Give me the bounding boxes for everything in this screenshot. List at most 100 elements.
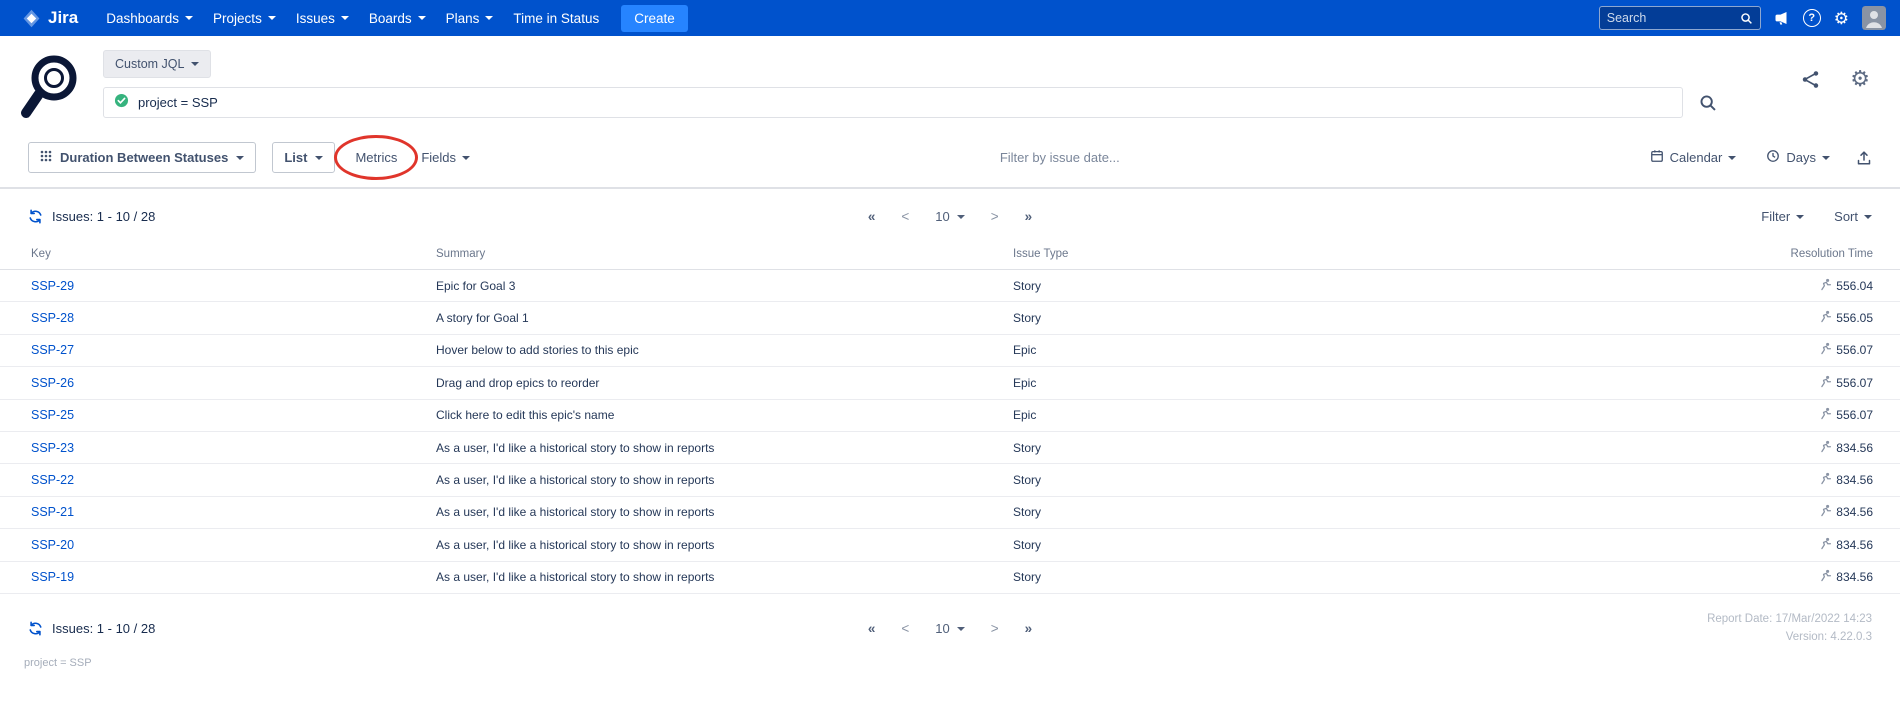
table-row[interactable]: SSP-28 A story for Goal 1 Story 556.05: [0, 302, 1900, 334]
nav-item-boards[interactable]: Boards: [359, 0, 436, 36]
search-icon[interactable]: [1740, 12, 1753, 25]
chevron-down-icon: [191, 62, 199, 66]
issue-key-link[interactable]: SSP-26: [31, 376, 74, 390]
issue-key-link[interactable]: SSP-27: [31, 343, 74, 357]
calendar-icon: [1650, 149, 1664, 166]
sort-label: Sort: [1834, 209, 1858, 224]
calendar-dropdown[interactable]: Calendar: [1646, 143, 1741, 172]
issue-type-cell: Story: [1013, 505, 1693, 519]
refresh-icon[interactable]: [28, 621, 43, 636]
table-row[interactable]: SSP-29 Epic for Goal 3 Story 556.04: [0, 270, 1900, 302]
resolution-time-cell: 556.07: [1693, 375, 1873, 391]
nav-item-dashboards[interactable]: Dashboards: [96, 0, 203, 36]
report-toolbar: Duration Between Statuses List Metrics F…: [0, 130, 1900, 187]
issue-key-link[interactable]: SSP-28: [31, 311, 74, 325]
nav-item-projects[interactable]: Projects: [203, 0, 286, 36]
resolution-time-cell: 834.56: [1693, 440, 1873, 456]
resolution-time-cell: 556.07: [1693, 407, 1873, 423]
resolution-time-icon: [1819, 472, 1832, 488]
table-row[interactable]: SSP-21 As a user, I'd like a historical …: [0, 497, 1900, 529]
table-row[interactable]: SSP-26 Drag and drop epics to reorder Ep…: [0, 367, 1900, 399]
issue-summary-cell: As a user, I'd like a historical story t…: [436, 473, 1013, 487]
resolution-time-icon: [1819, 537, 1832, 553]
page-size-dropdown[interactable]: 10: [935, 621, 964, 636]
table-row[interactable]: SSP-23 As a user, I'd like a historical …: [0, 432, 1900, 464]
report-type-dropdown[interactable]: Duration Between Statuses: [28, 142, 256, 173]
pagination-first-button[interactable]: «: [868, 209, 876, 224]
jql-echo: project = SSP: [0, 651, 1900, 669]
pagination-first-button[interactable]: «: [868, 621, 876, 636]
share-icon[interactable]: [1801, 70, 1820, 89]
issue-key-link[interactable]: SSP-22: [31, 473, 74, 487]
issue-type-cell: Epic: [1013, 376, 1693, 390]
resolution-time-value: 834.56: [1836, 538, 1873, 552]
filter-dropdown[interactable]: Filter: [1761, 209, 1804, 224]
table-row[interactable]: SSP-19 As a user, I'd like a historical …: [0, 562, 1900, 594]
metrics-button[interactable]: Metrics: [351, 144, 401, 171]
column-header-key[interactable]: Key: [31, 248, 436, 260]
pagination-prev-button[interactable]: <: [901, 209, 909, 224]
export-icon[interactable]: [1856, 150, 1872, 166]
issue-key-link[interactable]: SSP-23: [31, 441, 74, 455]
settings-icon[interactable]: ⚙: [1834, 10, 1849, 27]
jql-input-field[interactable]: [138, 95, 1672, 110]
nav-search[interactable]: [1599, 6, 1761, 30]
page-size-dropdown[interactable]: 10: [935, 209, 964, 224]
issue-key-link[interactable]: SSP-19: [31, 570, 74, 584]
issue-key-link[interactable]: SSP-29: [31, 279, 74, 293]
time-unit-dropdown[interactable]: Days: [1762, 143, 1834, 172]
page-size-value: 10: [935, 621, 949, 636]
issues-count-group: Issues: 1 - 10 / 28: [28, 621, 868, 636]
create-button[interactable]: Create: [621, 5, 688, 32]
resolution-time-icon: [1819, 375, 1832, 391]
view-dropdown[interactable]: List: [272, 142, 335, 173]
issue-key-link[interactable]: SSP-25: [31, 408, 74, 422]
announcement-icon[interactable]: [1774, 10, 1790, 26]
issue-summary-cell: As a user, I'd like a historical story t…: [436, 570, 1013, 584]
pagination-last-button[interactable]: »: [1025, 209, 1033, 224]
column-header-issue-type[interactable]: Issue Type: [1013, 248, 1693, 260]
report-date: Report Date: 17/Mar/2022 14:23: [1707, 611, 1872, 629]
run-search-icon[interactable]: [1699, 94, 1717, 112]
issue-date-filter-input[interactable]: [940, 150, 1180, 165]
chevron-down-icon: [185, 16, 193, 20]
sort-dropdown[interactable]: Sort: [1834, 209, 1872, 224]
resolution-time-icon: [1819, 278, 1832, 294]
jql-input[interactable]: [103, 87, 1683, 118]
nav-item-plans[interactable]: Plans: [436, 0, 504, 36]
column-header-resolution-time[interactable]: Resolution Time: [1693, 248, 1873, 260]
valid-check-icon: [114, 93, 129, 113]
table-row[interactable]: SSP-22 As a user, I'd like a historical …: [0, 464, 1900, 496]
issue-type-cell: Story: [1013, 279, 1693, 293]
resolution-time-value: 834.56: [1836, 505, 1873, 519]
nav-item-time-in-status[interactable]: Time in Status: [503, 0, 609, 36]
pagination-next-button[interactable]: >: [991, 621, 999, 636]
jql-mode-dropdown[interactable]: Custom JQL: [103, 50, 211, 78]
pagination-prev-button[interactable]: <: [901, 621, 909, 636]
issue-key-cell: SSP-23: [31, 441, 436, 455]
table-row[interactable]: SSP-25 Click here to edit this epic's na…: [0, 400, 1900, 432]
resolution-time-cell: 834.56: [1693, 504, 1873, 520]
query-section: Custom JQL ⚙: [0, 36, 1900, 130]
table-row[interactable]: SSP-20 As a user, I'd like a historical …: [0, 529, 1900, 561]
issue-key-link[interactable]: SSP-21: [31, 505, 74, 519]
avatar[interactable]: [1862, 6, 1886, 30]
resolution-time-icon: [1819, 440, 1832, 456]
refresh-icon[interactable]: [28, 209, 43, 224]
help-icon[interactable]: ?: [1803, 9, 1821, 27]
list-bar-top: Issues: 1 - 10 / 28 « < 10 > » Filter So…: [0, 189, 1900, 230]
pagination-next-button[interactable]: >: [991, 209, 999, 224]
issue-key-link[interactable]: SSP-20: [31, 538, 74, 552]
toolbar-right: Calendar Days: [1646, 143, 1872, 172]
resolution-time-value: 834.56: [1836, 441, 1873, 455]
report-settings-icon[interactable]: ⚙: [1850, 68, 1870, 90]
jira-logo[interactable]: Jira: [14, 8, 86, 28]
fields-label: Fields: [421, 150, 456, 165]
table-row[interactable]: SSP-27 Hover below to add stories to thi…: [0, 335, 1900, 367]
pagination-last-button[interactable]: »: [1025, 621, 1033, 636]
fields-dropdown[interactable]: Fields: [417, 144, 474, 171]
jql-mode-label: Custom JQL: [115, 57, 184, 71]
nav-search-input[interactable]: [1607, 11, 1734, 25]
nav-item-issues[interactable]: Issues: [286, 0, 359, 36]
column-header-summary[interactable]: Summary: [436, 248, 1013, 260]
